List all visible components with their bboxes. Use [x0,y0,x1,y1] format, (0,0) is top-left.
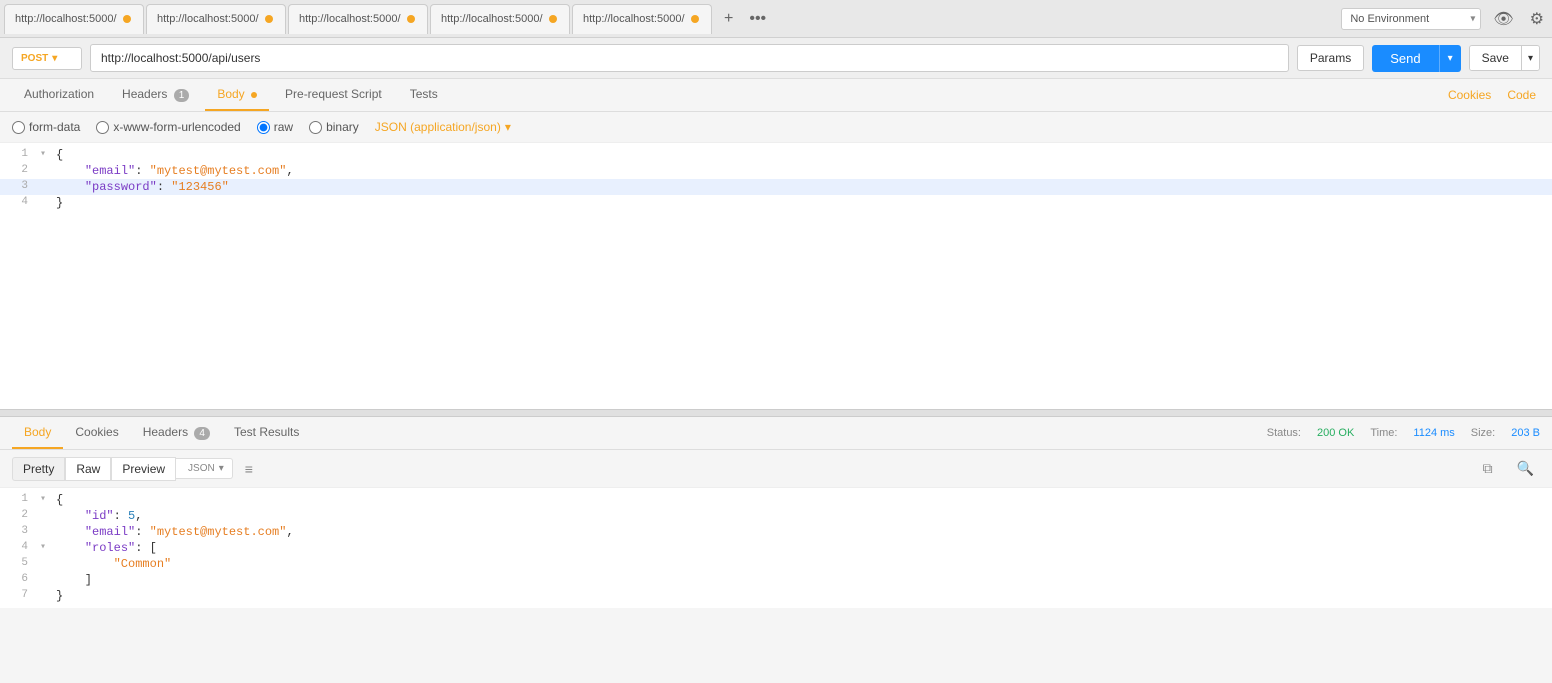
format-chevron-icon: ▾ [219,463,224,474]
req-line-3: 3 "password": "123456" [0,179,1552,195]
method-dropdown-icon: ▾ [52,53,57,64]
browser-tab-label: http://localhost:5000/ [583,13,685,25]
response-view-bar: Pretty Raw Preview JSON ▾ ≡ ⧉ 🔍 [0,450,1552,488]
resp-tab-body[interactable]: Body [12,417,63,449]
json-format-select[interactable]: JSON (application/json) ▾ [375,120,511,134]
response-panel: Body Cookies Headers 4 Test Results Stat… [0,417,1552,608]
copy-response-button[interactable]: ⧉ [1477,456,1499,481]
browser-tab-label: http://localhost:5000/ [441,13,543,25]
env-area: No Environment 👁 ⚙ [1341,7,1548,31]
save-dropdown-button[interactable]: ▾ [1521,46,1539,70]
resp-tab-cookies[interactable]: Cookies [63,417,130,449]
request-code-editor[interactable]: 1 ▾ { 2 "email": "mytest@mytest.com", 3 … [0,143,1552,409]
status-label: Status: [1267,427,1301,439]
more-tabs-button[interactable]: ••• [743,8,772,30]
method-select[interactable]: POST ▾ [12,47,82,70]
send-dropdown-button[interactable]: ▾ [1439,45,1461,72]
urlencoded-option[interactable]: x-www-form-urlencoded [96,120,240,134]
save-button-group: Save ▾ [1469,45,1540,71]
resp-line-1: 1 ▾ { [0,492,1552,508]
size-value: 203 B [1511,427,1540,439]
tab-dot [549,15,557,23]
tab-authorization[interactable]: Authorization [12,79,106,111]
time-value: 1124 ms [1413,427,1454,439]
params-button[interactable]: Params [1297,45,1364,71]
req-line-4: 4 } [0,195,1552,211]
resp-headers-badge: 4 [194,427,210,440]
browser-tab-2[interactable]: http://localhost:5000/ [146,4,286,34]
tab-dot [265,15,273,23]
search-response-button[interactable]: 🔍 [1511,456,1540,481]
tab-body[interactable]: Body [205,79,269,111]
pretty-view-button[interactable]: Pretty [12,457,65,481]
resp-line-3: 3 "email": "mytest@mytest.com", [0,524,1552,540]
tab-pre-request-script[interactable]: Pre-request Script [273,79,394,111]
browser-tab-5[interactable]: http://localhost:5000/ [572,4,712,34]
browser-tab-label: http://localhost:5000/ [15,13,117,25]
browser-tab-label: http://localhost:5000/ [157,13,259,25]
time-label: Time: [1370,427,1397,439]
body-active-dot [251,92,257,98]
status-value: 200 OK [1317,427,1354,439]
settings-icon-button[interactable]: ⚙ [1526,7,1548,31]
raw-view-button[interactable]: Raw [65,457,111,481]
add-tab-button[interactable]: + [718,8,739,30]
body-options: form-data x-www-form-urlencoded raw bina… [0,112,1552,143]
resp-line-4: 4 ▾ "roles": [ [0,540,1552,556]
url-bar: POST ▾ Params Send ▾ Save ▾ [0,38,1552,79]
req-tab-right: Cookies Code [1444,80,1540,110]
env-select[interactable]: No Environment [1341,8,1481,30]
format-select[interactable]: JSON ▾ [176,458,233,479]
method-label: POST [21,53,48,64]
panel-divider[interactable] [0,409,1552,417]
tab-tests[interactable]: Tests [398,79,450,111]
browser-tab-label: http://localhost:5000/ [299,13,401,25]
send-button-group: Send ▾ [1372,45,1460,72]
url-input[interactable] [90,44,1289,72]
code-link[interactable]: Code [1503,80,1540,110]
req-line-2: 2 "email": "mytest@mytest.com", [0,163,1552,179]
wrap-lines-icon-button[interactable]: ≡ [241,457,257,481]
response-meta: Status: 200 OK Time: 1124 ms Size: 203 B [1267,427,1540,439]
save-button[interactable]: Save [1470,46,1521,70]
tab-headers[interactable]: Headers 1 [110,79,201,111]
resp-tab-test-results[interactable]: Test Results [222,417,311,449]
preview-view-button[interactable]: Preview [111,457,176,481]
response-tabs-bar: Body Cookies Headers 4 Test Results Stat… [0,417,1552,450]
browser-tab-1[interactable]: http://localhost:5000/ [4,4,144,34]
tab-actions: + ••• [718,8,772,30]
resp-line-5: 5 "Common" [0,556,1552,572]
response-code-editor[interactable]: 1 ▾ { 2 "id": 5, 3 "email": "mytest@myte… [0,488,1552,608]
form-data-option[interactable]: form-data [12,120,80,134]
headers-badge: 1 [174,89,190,102]
json-format-chevron: ▾ [505,120,511,134]
binary-option[interactable]: binary [309,120,359,134]
tab-dot [123,15,131,23]
env-select-wrap: No Environment [1341,8,1481,30]
req-line-1: 1 ▾ { [0,147,1552,163]
send-button[interactable]: Send [1372,45,1438,72]
resp-line-7: 7 } [0,588,1552,604]
resp-line-6: 6 ] [0,572,1552,588]
tab-dot [407,15,415,23]
browser-tab-4[interactable]: http://localhost:5000/ [430,4,570,34]
resp-tab-headers[interactable]: Headers 4 [131,417,222,449]
request-tabs: Authorization Headers 1 Body Pre-request… [0,79,1552,112]
raw-option[interactable]: raw [257,120,293,134]
request-panel: Authorization Headers 1 Body Pre-request… [0,79,1552,409]
tab-bar: http://localhost:5000/http://localhost:5… [0,0,1552,38]
size-label: Size: [1471,427,1495,439]
resp-line-2: 2 "id": 5, [0,508,1552,524]
cookies-link[interactable]: Cookies [1444,80,1495,110]
tab-dot [691,15,699,23]
eye-icon-button[interactable]: 👁 [1489,7,1517,31]
browser-tab-3[interactable]: http://localhost:5000/ [288,4,428,34]
